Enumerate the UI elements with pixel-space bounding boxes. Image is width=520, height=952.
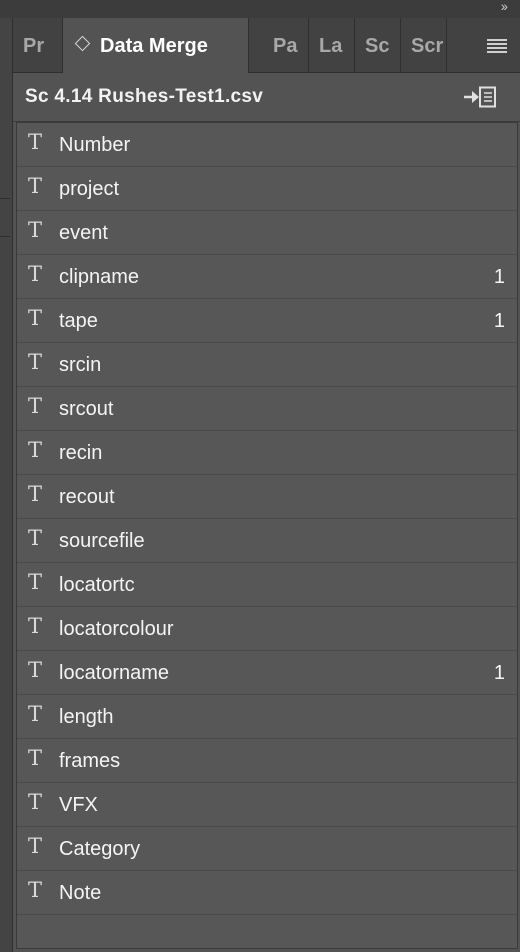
panel-tab-bar: Pr Data Merge Pa La Sc Scr [13, 18, 520, 73]
tab-label: La [319, 35, 343, 57]
field-row[interactable]: Trecout [17, 475, 517, 519]
diamond-icon [74, 35, 91, 52]
field-name: project [59, 178, 120, 200]
text-field-icon: T [28, 790, 43, 814]
data-merge-panel: Pr Data Merge Pa La Sc Scr Sc 4.14 Rushe… [12, 18, 520, 952]
text-field-icon: T [28, 174, 43, 198]
top-strip: ›› [0, 0, 520, 18]
field-row[interactable]: Tlocatorname 1 [17, 651, 517, 695]
field-row[interactable]: T VFX [17, 783, 517, 827]
field-name: srcin [59, 354, 102, 376]
left-dock-strip [0, 18, 12, 952]
text-field-icon: T [28, 438, 43, 462]
field-row[interactable]: Tclipname 1 [17, 255, 517, 299]
hamburger-menu-icon[interactable] [487, 39, 507, 53]
text-field-icon: T [28, 526, 43, 550]
text-field-icon: T [28, 834, 43, 858]
field-row[interactable]: Tlocatorcolour [17, 607, 517, 651]
field-row[interactable]: T Number [17, 123, 517, 167]
field-row[interactable]: Tsourcefile [17, 519, 517, 563]
text-field-icon: T [28, 878, 43, 902]
field-row[interactable]: T Category [17, 827, 517, 871]
text-field-icon: T [28, 658, 43, 682]
tab-label: Sc [365, 35, 390, 57]
tab-sc[interactable]: Sc [355, 18, 401, 72]
text-field-icon: T [28, 130, 43, 154]
field-count: 1 [493, 266, 505, 288]
divider [0, 236, 10, 237]
tab-pr[interactable]: Pr [13, 18, 63, 72]
field-row[interactable]: Tlocatortc [17, 563, 517, 607]
text-field-icon: T [28, 218, 43, 242]
data-source-filename: Sc 4.14 Rushes-Test1.csv [25, 86, 264, 107]
field-name: locatortc [59, 574, 135, 596]
field-row[interactable]: Tframes [17, 739, 517, 783]
field-row[interactable]: Tevent [17, 211, 517, 255]
double-chevron-right-icon[interactable]: ›› [501, 0, 508, 14]
text-field-icon: T [28, 350, 43, 374]
text-field-icon: T [28, 570, 43, 594]
field-row[interactable]: Ttape 1 [17, 299, 517, 343]
tab-data-merge[interactable]: Data Merge [63, 18, 249, 73]
field-row[interactable]: Tsrcout [17, 387, 517, 431]
text-field-icon: T [28, 482, 43, 506]
field-name: Category [59, 838, 141, 860]
text-field-icon: T [28, 614, 43, 638]
data-fields-list: T Number Tproject Tevent Tclipname 1 Ttape 1 Tsr… [16, 122, 518, 949]
text-field-icon: T [28, 394, 43, 418]
tab-scr[interactable]: Scr [401, 18, 447, 72]
field-name: Note [59, 882, 102, 904]
field-row[interactable]: Trecin [17, 431, 517, 475]
field-count: 1 [493, 310, 505, 332]
text-field-icon: T [28, 306, 43, 330]
field-count: 1 [493, 662, 505, 684]
field-row[interactable]: Tsrcin [17, 343, 517, 387]
field-name: frames [59, 750, 121, 772]
tab-label: Scr [411, 35, 444, 57]
field-name: clipname [59, 266, 140, 288]
field-name: sourcefile [59, 530, 145, 552]
text-field-icon: T [28, 746, 43, 770]
field-name: length [59, 706, 114, 728]
tab-label: Data Merge [100, 35, 208, 57]
field-name: event [59, 222, 108, 244]
field-row[interactable]: T Note [17, 871, 517, 915]
field-name: srcout [59, 398, 114, 420]
field-name: tape [59, 310, 98, 332]
field-name: locatorname [59, 662, 170, 684]
field-name: Number [59, 134, 131, 156]
divider [0, 198, 10, 199]
field-name: recin [59, 442, 103, 464]
tab-la[interactable]: La [309, 18, 355, 72]
tab-pa[interactable]: Pa [263, 18, 309, 72]
text-field-icon: T [28, 702, 43, 726]
text-field-icon: T [28, 262, 43, 286]
field-row[interactable]: Tproject [17, 167, 517, 211]
field-name: locatorcolour [59, 618, 174, 640]
data-source-header: Sc 4.14 Rushes-Test1.csv [13, 73, 520, 122]
tab-label: Pr [23, 35, 45, 57]
tab-label: Pa [273, 35, 298, 57]
import-data-source-icon[interactable] [463, 86, 497, 108]
field-name: recout [59, 486, 115, 508]
field-row[interactable]: Tlength [17, 695, 517, 739]
field-name: VFX [59, 794, 98, 816]
